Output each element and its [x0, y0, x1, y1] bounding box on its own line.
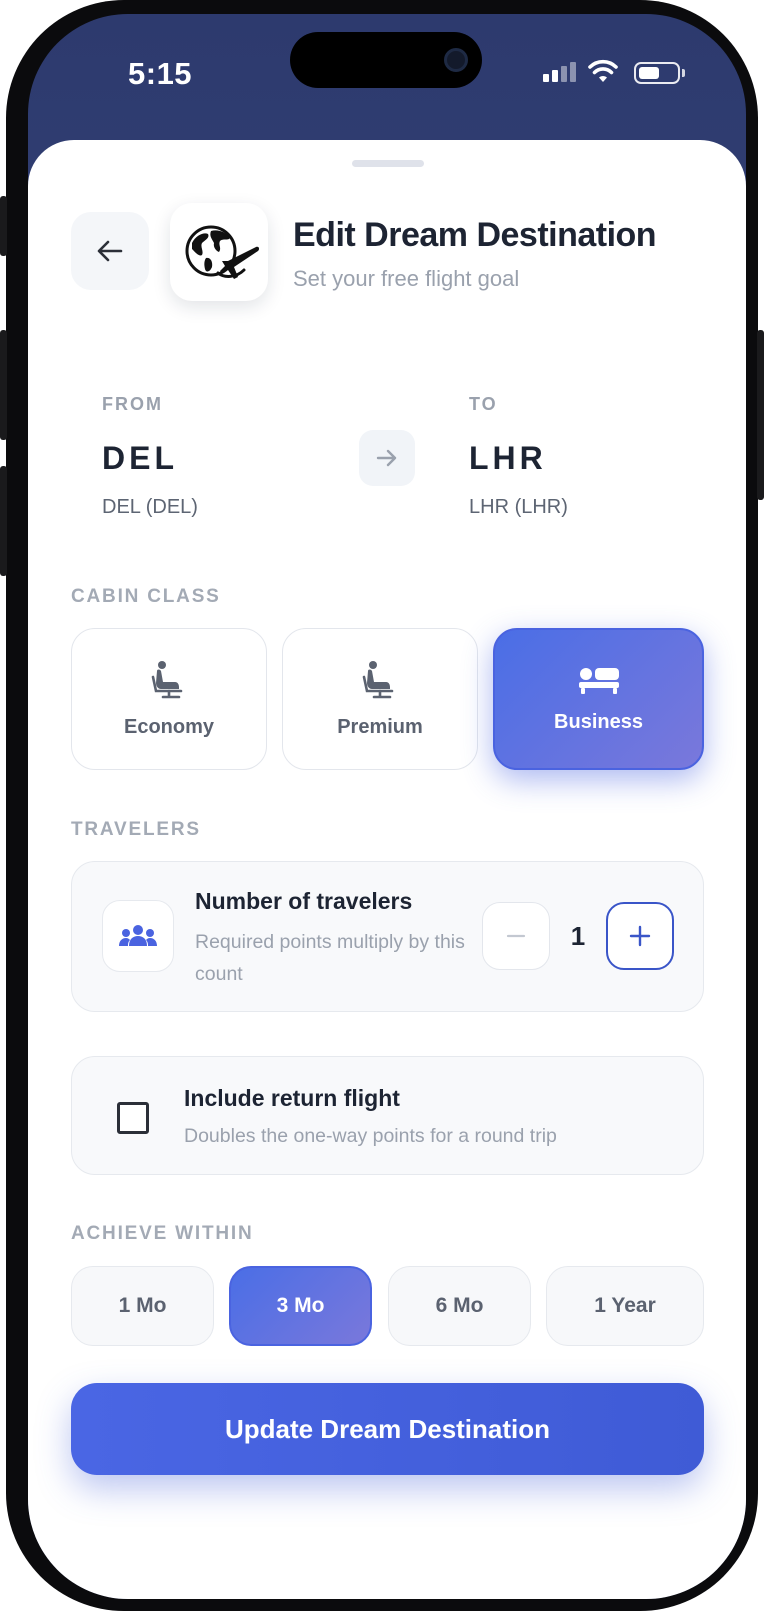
- travelers-count: 1: [570, 920, 586, 951]
- dynamic-island: [290, 32, 482, 88]
- seat-icon: [151, 660, 183, 698]
- period-option-1-mo[interactable]: 1 Mo: [71, 1266, 214, 1346]
- period-option-1-year[interactable]: 1 Year: [546, 1266, 704, 1346]
- bottom-sheet: Edit Dream Destination Set your free fli…: [28, 140, 746, 1599]
- screen: 5:15 Edit Dream Destination Set your fre…: [28, 14, 746, 1599]
- to-airport-code[interactable]: LHR: [469, 440, 547, 477]
- travelers-card: Number of travelers Required points mult…: [71, 861, 704, 1012]
- wifi-icon: [588, 59, 618, 82]
- battery-icon: [634, 62, 685, 84]
- route-arrow-button[interactable]: [359, 430, 415, 486]
- cabin-class-label: CABIN CLASS: [71, 586, 221, 607]
- volume-down-button: [0, 466, 7, 576]
- achieve-within-label: ACHIEVE WITHIN: [71, 1223, 254, 1244]
- cabin-option-economy[interactable]: Economy: [71, 628, 267, 770]
- return-flight-title: Include return flight: [184, 1085, 400, 1111]
- travelers-section-label: TRAVELERS: [71, 819, 201, 840]
- cabin-class-selector: Economy Premium Business: [71, 628, 704, 770]
- volume-up-button: [0, 330, 7, 440]
- travelers-icon-tile: [102, 900, 174, 972]
- travelers-description: Required points multiply by this count: [195, 931, 465, 985]
- achieve-within-selector: 1 Mo 3 Mo 6 Mo 1 Year: [71, 1266, 704, 1346]
- flat-bed-icon: [578, 667, 619, 694]
- update-dream-destination-button[interactable]: Update Dream Destination: [71, 1383, 704, 1475]
- back-button[interactable]: [71, 212, 149, 290]
- return-flight-checkbox[interactable]: [117, 1102, 149, 1134]
- globe-airplane-logo: [185, 225, 260, 279]
- to-airport-subtitle: LHR (LHR): [469, 496, 568, 518]
- arrow-right-icon: [376, 449, 397, 467]
- from-airport-code[interactable]: DEL: [102, 440, 178, 477]
- arrow-left-icon: [97, 240, 123, 262]
- action-button: [0, 196, 7, 256]
- route-selector: FROM DEL DEL (DEL) TO LHR LHR (LHR): [28, 390, 746, 530]
- page-subtitle: Set your free flight goal: [293, 266, 520, 291]
- travelers-title: Number of travelers: [195, 888, 413, 914]
- seat-icon: [362, 660, 394, 698]
- app-logo: [170, 203, 268, 301]
- signal-icon: [543, 62, 576, 82]
- status-bar: 5:15: [28, 14, 746, 144]
- status-time: 5:15: [128, 56, 193, 91]
- cabin-label-premium: Premium: [337, 715, 423, 738]
- plus-icon: [629, 925, 651, 947]
- minus-icon: [506, 934, 526, 938]
- cabin-label-business: Business: [554, 710, 643, 733]
- from-label: FROM: [102, 394, 163, 414]
- increment-travelers-button[interactable]: [606, 902, 674, 970]
- return-flight-description: Doubles the one-way points for a round t…: [184, 1125, 557, 1147]
- cabin-option-premium[interactable]: Premium: [282, 628, 478, 770]
- cabin-option-business[interactable]: Business: [493, 628, 704, 770]
- camera-icon: [444, 48, 468, 72]
- decrement-travelers-button[interactable]: [482, 902, 550, 970]
- users-icon: [119, 925, 157, 946]
- sheet-grabber[interactable]: [352, 160, 424, 167]
- from-airport-subtitle: DEL (DEL): [102, 496, 198, 518]
- return-flight-toggle[interactable]: Include return flight Doubles the one-wa…: [71, 1056, 704, 1175]
- page-title: Edit Dream Destination: [293, 216, 657, 254]
- power-button: [757, 330, 764, 500]
- phone-frame: 5:15 Edit Dream Destination Set your fre…: [0, 0, 764, 1611]
- period-option-6-mo[interactable]: 6 Mo: [388, 1266, 531, 1346]
- cabin-label-economy: Economy: [123, 715, 215, 738]
- to-label: TO: [469, 394, 498, 414]
- period-option-3-mo[interactable]: 3 Mo: [229, 1266, 372, 1346]
